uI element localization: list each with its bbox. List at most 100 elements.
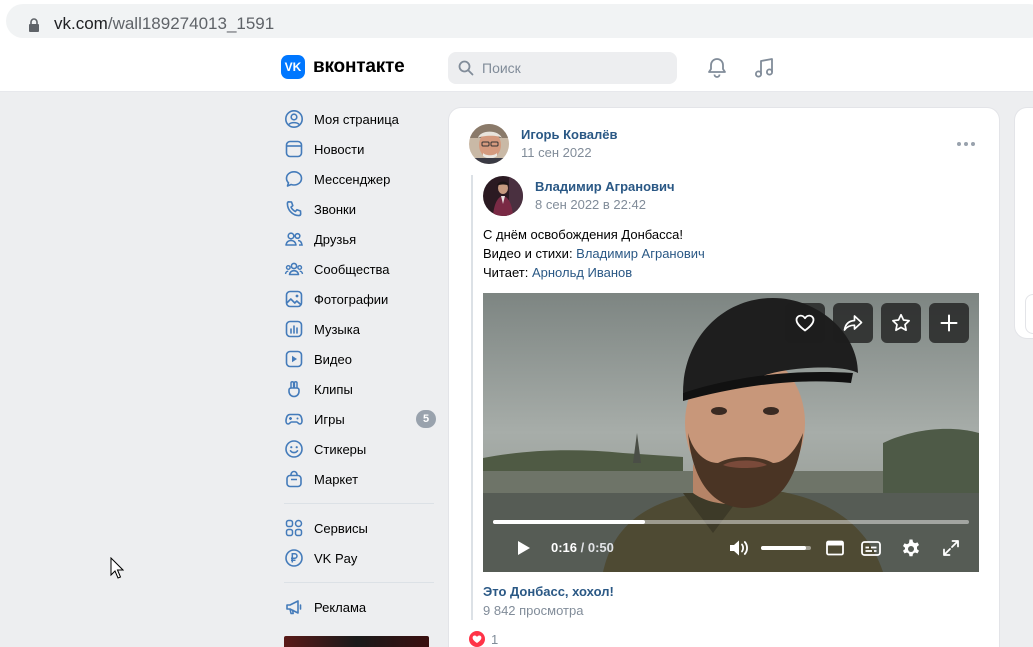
friends-icon: [285, 232, 303, 246]
menu-item-music[interactable]: Музыка: [276, 314, 446, 344]
url-text: vk.com/wall189274013_1591: [54, 14, 275, 33]
bookmark-video-button[interactable]: [881, 303, 921, 343]
menu-item-games[interactable]: Игры 5: [276, 404, 446, 434]
promo-banner[interactable]: [284, 636, 429, 647]
bag-icon: [286, 470, 302, 488]
video-views: 9 842 просмотра: [483, 603, 584, 618]
menu-item-label: Реклама: [314, 599, 367, 615]
menu-item-vkpay[interactable]: VK Pay: [276, 543, 446, 573]
add-video-button[interactable]: [929, 303, 969, 343]
menu-item-ads[interactable]: Реклама: [276, 592, 446, 622]
menu-divider: [284, 503, 434, 504]
repost-avatar-photo: [483, 176, 523, 216]
post-more-options-button[interactable]: [957, 142, 975, 146]
menu-item-label: Друзья: [314, 231, 357, 247]
menu-item-label: Видео: [314, 351, 352, 367]
author-avatar-photo: [469, 124, 509, 164]
menu-item-services[interactable]: Сервисы: [276, 513, 446, 543]
play-icon[interactable]: [513, 538, 533, 558]
side-card: [1015, 108, 1033, 338]
bell-icon[interactable]: [705, 56, 729, 80]
repost-author-name[interactable]: Владимир Агранович: [535, 179, 675, 194]
video-icon: [285, 350, 303, 368]
post-date[interactable]: 11 сен 2022: [521, 145, 592, 160]
services-icon: [285, 519, 303, 537]
menu-item-stickers[interactable]: Стикеры: [276, 434, 446, 464]
menu-item-label: Новости: [314, 141, 365, 157]
more-dot: [964, 142, 968, 146]
vk-logo-mark: VK: [281, 55, 305, 79]
user-circle-icon: [285, 110, 303, 128]
search-input[interactable]: [482, 60, 662, 76]
communities-icon: [284, 262, 304, 276]
likes-count: 1: [491, 631, 499, 647]
post-text-prefix: Читает:: [483, 265, 532, 280]
post-text-line: Читает: Арнольд Иванов: [483, 263, 705, 282]
like-video-button[interactable]: [785, 303, 825, 343]
video-time: 0:16 / 0:50: [551, 540, 614, 555]
news-icon: [285, 140, 303, 158]
heart-filled-icon: [469, 631, 485, 647]
menu-item-label: Клипы: [314, 381, 353, 397]
video-player[interactable]: 0:16 / 0:50: [483, 293, 979, 572]
menu-item-video[interactable]: Видео: [276, 344, 446, 374]
subtitles-icon[interactable]: [860, 538, 882, 558]
menu-divider: [284, 582, 434, 583]
search-icon: [458, 60, 474, 76]
settings-gear-icon[interactable]: [900, 538, 922, 560]
lock-icon: [29, 18, 39, 32]
menu-item-label: Музыка: [314, 321, 360, 337]
post-text-line: Видео и стихи: Владимир Агранович: [483, 244, 705, 263]
post-text-line: С днём освобождения Донбасса!: [483, 227, 683, 242]
music-icon: [285, 320, 303, 338]
menu-item-label: VK Pay: [314, 550, 358, 566]
post-text: С днём освобождения Донбасса! Видео и ст…: [483, 225, 705, 282]
share-video-button[interactable]: [833, 303, 873, 343]
menu-item-label: Маркет: [314, 471, 359, 487]
menu-item-communities[interactable]: Сообщества: [276, 254, 446, 284]
menu-item-photos[interactable]: Фотографии: [276, 284, 446, 314]
menu-item-label: Сервисы: [314, 520, 368, 536]
menu-item-my-page[interactable]: Моя страница: [276, 104, 446, 134]
author-link[interactable]: Владимир Агранович: [576, 246, 705, 261]
vk-logo[interactable]: VK вконтакте: [281, 55, 405, 79]
side-card-widget[interactable]: [1025, 294, 1033, 334]
post-author-name[interactable]: Игорь Ковалёв: [521, 127, 617, 142]
menu-item-label: Моя страница: [314, 111, 399, 127]
vkpay-icon: [285, 549, 303, 567]
smile-icon: [285, 440, 303, 458]
vk-logo-text: вконтакте: [313, 56, 405, 77]
video-progress-bar[interactable]: [493, 520, 969, 524]
share-arrow-icon: [843, 315, 863, 331]
menu-item-clips[interactable]: Клипы: [276, 374, 446, 404]
volume-fill: [761, 546, 806, 550]
mouse-cursor-icon: [110, 557, 124, 579]
gamepad-icon: [285, 413, 303, 425]
menu-item-market[interactable]: Маркет: [276, 464, 446, 494]
menu-item-label: Сообщества: [314, 261, 390, 277]
volume-icon[interactable]: [728, 538, 750, 558]
menu-item-messenger[interactable]: Мессенджер: [276, 164, 446, 194]
menu-item-friends[interactable]: Друзья: [276, 224, 446, 254]
url-field[interactable]: vk.com/wall189274013_1591: [6, 4, 1033, 38]
fullscreen-icon[interactable]: [941, 538, 961, 558]
post-text-prefix: Видео и стихи:: [483, 246, 577, 261]
reader-link[interactable]: Арнольд Иванов: [532, 265, 632, 280]
miniplayer-icon[interactable]: [825, 538, 845, 558]
search-box[interactable]: [448, 52, 677, 84]
menu-item-news[interactable]: Новости: [276, 134, 446, 164]
more-dot: [957, 142, 961, 146]
author-avatar[interactable]: [469, 124, 509, 164]
video-time-separator: /: [577, 540, 588, 555]
menu-item-label: Фотографии: [314, 291, 389, 307]
repost-date[interactable]: 8 сен 2022 в 22:42: [535, 197, 646, 212]
browser-address-bar: vk.com/wall189274013_1591: [0, 0, 1033, 44]
post-likes[interactable]: 1: [469, 631, 498, 647]
site-header: VK вконтакте: [0, 44, 1033, 92]
video-title[interactable]: Это Донбасс, хохол!: [483, 584, 614, 599]
repost-author-avatar[interactable]: [483, 176, 523, 216]
volume-slider[interactable]: [761, 546, 811, 550]
menu-item-calls[interactable]: Звонки: [276, 194, 446, 224]
heart-outline-icon: [795, 314, 815, 332]
music-note-icon[interactable]: [752, 56, 776, 80]
